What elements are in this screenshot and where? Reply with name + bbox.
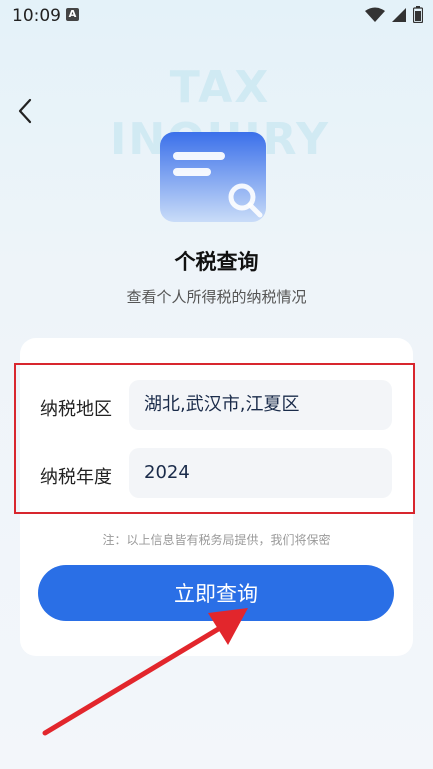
- page-subtitle: 查看个人所得税的纳税情况: [126, 288, 307, 306]
- document-search-icon: [160, 132, 266, 222]
- back-chevron-icon: [18, 98, 32, 124]
- wifi-icon: [365, 7, 385, 22]
- battery-icon: [413, 6, 423, 23]
- status-bar: 10:09 A: [0, 0, 433, 30]
- page-title: 个税查询: [174, 250, 259, 274]
- back-button[interactable]: [14, 96, 40, 126]
- query-button[interactable]: 立即查询: [38, 565, 394, 621]
- notification-icon: A: [66, 8, 79, 21]
- status-icons: [365, 6, 423, 23]
- highlight-annotation: [14, 363, 415, 514]
- signal-icon: [392, 7, 406, 22]
- privacy-note: 注：以上信息皆有税务局提供，我们将保密: [102, 533, 331, 547]
- status-time: 10:09: [12, 6, 61, 26]
- watermark-line1: TAX: [169, 62, 271, 113]
